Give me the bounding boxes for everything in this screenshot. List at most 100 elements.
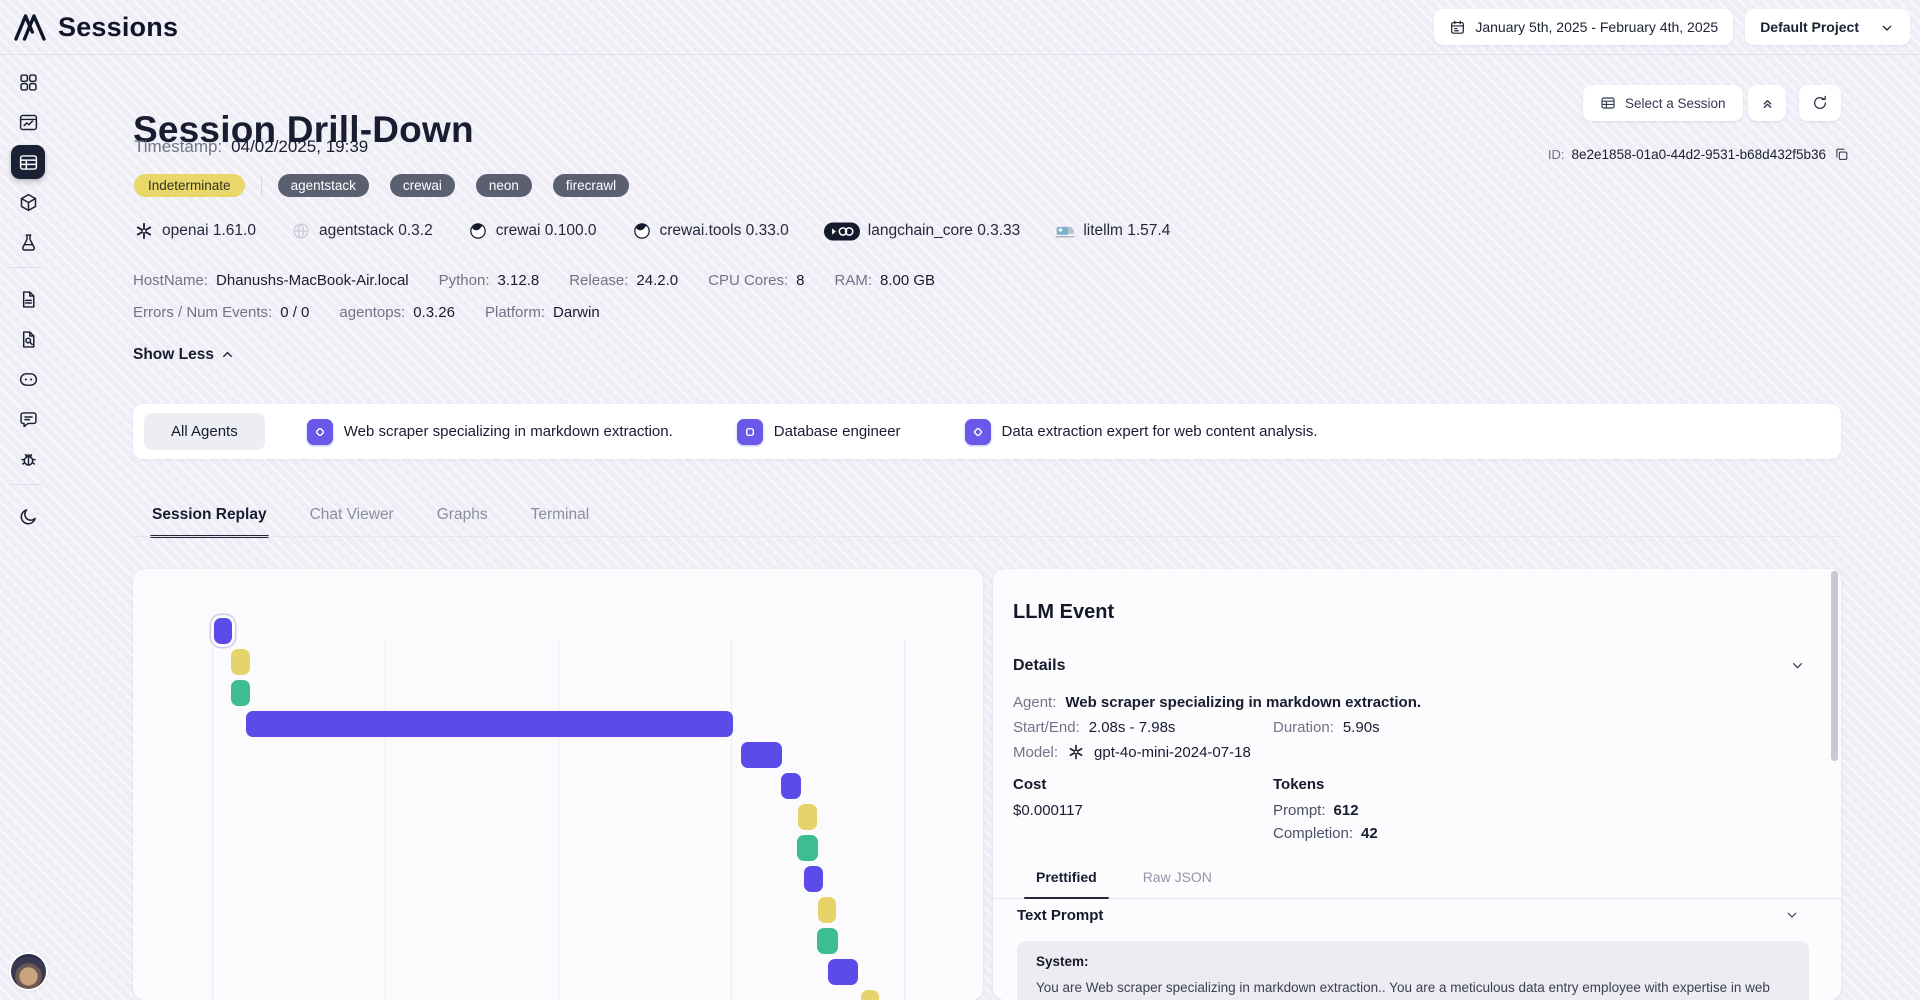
sidebar-item-logs[interactable]	[11, 322, 45, 356]
cost-header: Cost	[1013, 776, 1046, 793]
host-info-row-2: Errors / Num Events:0 / 0agentops:0.3.26…	[133, 304, 600, 321]
gantt-bar-row-7[interactable]	[798, 804, 817, 830]
host-info-label: RAM:	[835, 272, 873, 289]
gantt-bar-row-6[interactable]	[781, 773, 801, 799]
host-info-label: CPU Cores:	[708, 272, 788, 289]
collapse-button[interactable]	[1748, 85, 1786, 121]
tag-pill: neon	[476, 174, 532, 197]
refresh-button[interactable]	[1799, 85, 1841, 121]
gantt-layer	[133, 569, 983, 1000]
chevron-down-icon	[1879, 20, 1895, 36]
status-badge: Indeterminate	[134, 174, 245, 197]
refresh-icon-slot	[1811, 94, 1829, 112]
tab-terminal[interactable]: Terminal	[531, 506, 590, 537]
host-info-value: 3.12.8	[498, 272, 540, 289]
host-info-item: Python:3.12.8	[439, 272, 540, 289]
gantt-bar-row-1[interactable]	[214, 618, 232, 644]
gantt-bar-row-12[interactable]	[828, 959, 858, 985]
view-tab-raw-json[interactable]: Raw JSON	[1143, 869, 1212, 898]
langchain-icon	[824, 222, 860, 241]
host-info-item: Errors / Num Events:0 / 0	[133, 304, 309, 321]
agent-label: Agent:	[1013, 694, 1056, 711]
bug-icon	[18, 449, 39, 470]
agent-label: Database engineer	[774, 423, 901, 440]
date-range-button[interactable]: January 5th, 2025 - February 4th, 2025	[1434, 9, 1733, 45]
project-select-button[interactable]: Default Project	[1745, 9, 1910, 45]
session-id-value: 8e2e1858-01a0-44d2-9531-b68d432f5b36	[1572, 147, 1826, 162]
openai-icon	[1067, 743, 1085, 761]
sidebar-item-feedback[interactable]	[11, 402, 45, 436]
sidebar-item-sessions[interactable]	[11, 145, 45, 179]
crewai-icon	[632, 221, 652, 241]
show-less-toggle[interactable]: Show Less	[133, 346, 235, 364]
agent-list: Web scraper specializing in markdown ext…	[307, 419, 1382, 445]
sidebar-item-packages[interactable]	[11, 185, 45, 219]
gantt-bar-row-9[interactable]	[804, 866, 823, 892]
gantt-bar-row-5[interactable]	[741, 742, 782, 768]
tab-chat-viewer[interactable]: Chat Viewer	[310, 506, 394, 537]
tab-session-replay[interactable]: Session Replay	[152, 506, 267, 537]
sidebar-divider	[11, 484, 41, 485]
host-info-label: Platform:	[485, 304, 545, 321]
view-tab-prettified[interactable]: Prettified	[1036, 869, 1097, 898]
table-icon	[18, 152, 39, 173]
package-item: agentstack 0.3.2	[291, 221, 433, 241]
agents-filter-bar: All Agents Web scraper specializing in m…	[133, 404, 1841, 459]
chat-icon	[18, 409, 39, 430]
tag-list: agentstackcrewaineonfirecrawl	[278, 174, 651, 197]
copy-id-button[interactable]	[1833, 146, 1850, 163]
gantt-bar-row-3[interactable]	[231, 680, 250, 706]
tag-pill: agentstack	[278, 174, 369, 197]
details-collapse-button[interactable]	[1787, 655, 1808, 676]
host-info-value: 8	[796, 272, 804, 289]
package-icon	[18, 192, 39, 213]
gantt-bar-row-4[interactable]	[246, 711, 733, 737]
main-tabs: Session Replay Chat Viewer Graphs Terminal	[133, 506, 589, 537]
sidebar-item-traces[interactable]	[11, 105, 45, 139]
gantt-bar-row-11[interactable]	[817, 928, 838, 954]
duration-value: 5.90s	[1343, 719, 1380, 736]
tab-graphs[interactable]: Graphs	[437, 506, 488, 537]
crewai-icon	[468, 221, 488, 241]
host-info-value: 24.2.0	[636, 272, 678, 289]
sidebar-item-docs[interactable]	[11, 282, 45, 316]
sidebar-item-dark-mode[interactable]	[11, 499, 45, 533]
completion-value: 42	[1361, 825, 1378, 842]
app-title: Sessions	[58, 12, 178, 43]
agentops-logo-slot	[12, 11, 48, 43]
chevron-down-icon-slot	[1784, 907, 1800, 922]
browser-icon	[18, 112, 39, 133]
host-info-label: Errors / Num Events:	[133, 304, 272, 321]
litellm-icon	[1055, 221, 1075, 241]
gantt-bar-row-13[interactable]	[861, 990, 879, 1000]
host-info-value: Dhanushs-MacBook-Air.local	[216, 272, 409, 289]
gantt-bar-row-10[interactable]	[818, 897, 836, 923]
sidebar-item-report-bug[interactable]	[11, 442, 45, 476]
package-item: crewai.tools 0.33.0	[632, 221, 789, 241]
select-session-button[interactable]: Select a Session	[1583, 85, 1743, 121]
sidebar-item-discord[interactable]	[11, 362, 45, 396]
refresh-icon	[1811, 94, 1829, 112]
chevron-up-icon	[220, 347, 235, 362]
details-header: Details	[1013, 657, 1065, 675]
doc-icon	[18, 289, 39, 310]
all-agents-button[interactable]: All Agents	[144, 413, 265, 450]
agent-filter-item-1[interactable]: Web scraper specializing in markdown ext…	[307, 419, 673, 445]
sidebar-item-overview[interactable]	[11, 65, 45, 99]
user-avatar[interactable]	[11, 954, 46, 989]
gantt-bar-row-8[interactable]	[797, 835, 818, 861]
gantt-bar-row-2[interactable]	[231, 649, 250, 675]
top-header: Sessions January 5th, 2025 - February 4t…	[0, 0, 1920, 55]
panel-scrollbar-thumb[interactable]	[1831, 571, 1838, 761]
model-row: Model: gpt-4o-mini-2024-07-18	[1013, 743, 1251, 761]
agent-filter-item-2[interactable]: Database engineer	[737, 419, 901, 445]
text-prompt-collapse-button[interactable]	[1782, 905, 1802, 925]
chart-gridline	[212, 639, 213, 1000]
agent-filter-item-3[interactable]: Data extraction expert for web content a…	[965, 419, 1318, 445]
chevron-down-icon	[1784, 907, 1800, 923]
sidebar-item-evals[interactable]	[11, 225, 45, 259]
agent-value: Web scraper specializing in markdown ext…	[1065, 694, 1421, 711]
double-chevron-up-icon-slot	[1759, 95, 1776, 112]
calendar-icon-slot	[1449, 18, 1466, 36]
copy-icon-slot	[1833, 146, 1850, 163]
